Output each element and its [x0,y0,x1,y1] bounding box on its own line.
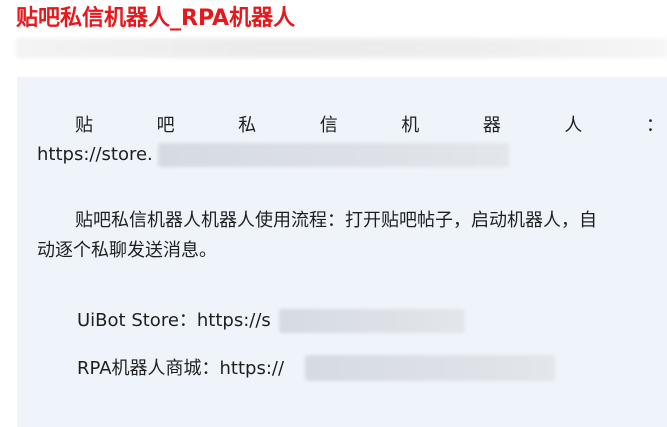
article-title: 贴吧私信机器人_RPA机器人 [16,6,296,31]
redacted-url-mask [305,355,555,381]
intro-char: 器 [482,115,501,136]
usage-line-2: 动逐个私聊发送消息。 [37,240,217,261]
intro-char: 私 [238,115,257,136]
uibot-store-link[interactable]: UiBot Store：https://s [77,306,271,336]
rpa-store-link[interactable]: RPA机器人商城：https:// [77,354,284,384]
intro-char: 机 [401,115,420,136]
intro-line: 贴 吧 私 信 机 器 人 ： [37,111,664,141]
usage-line-1: 贴吧私信机器人机器人使用流程：打开贴吧帖子，启动机器人，自 [75,210,597,231]
intro-url-link[interactable]: https://store. [37,140,153,170]
intro-char: 贴 [75,115,93,136]
redacted-url-mask [279,309,465,333]
redacted-url-mask [158,143,509,167]
intro-char: ： [645,115,664,136]
intro-char: 吧 [156,115,175,136]
intro-char: 信 [319,115,338,136]
intro-char: 人 [564,115,583,136]
article-meta-blurred [16,38,667,58]
